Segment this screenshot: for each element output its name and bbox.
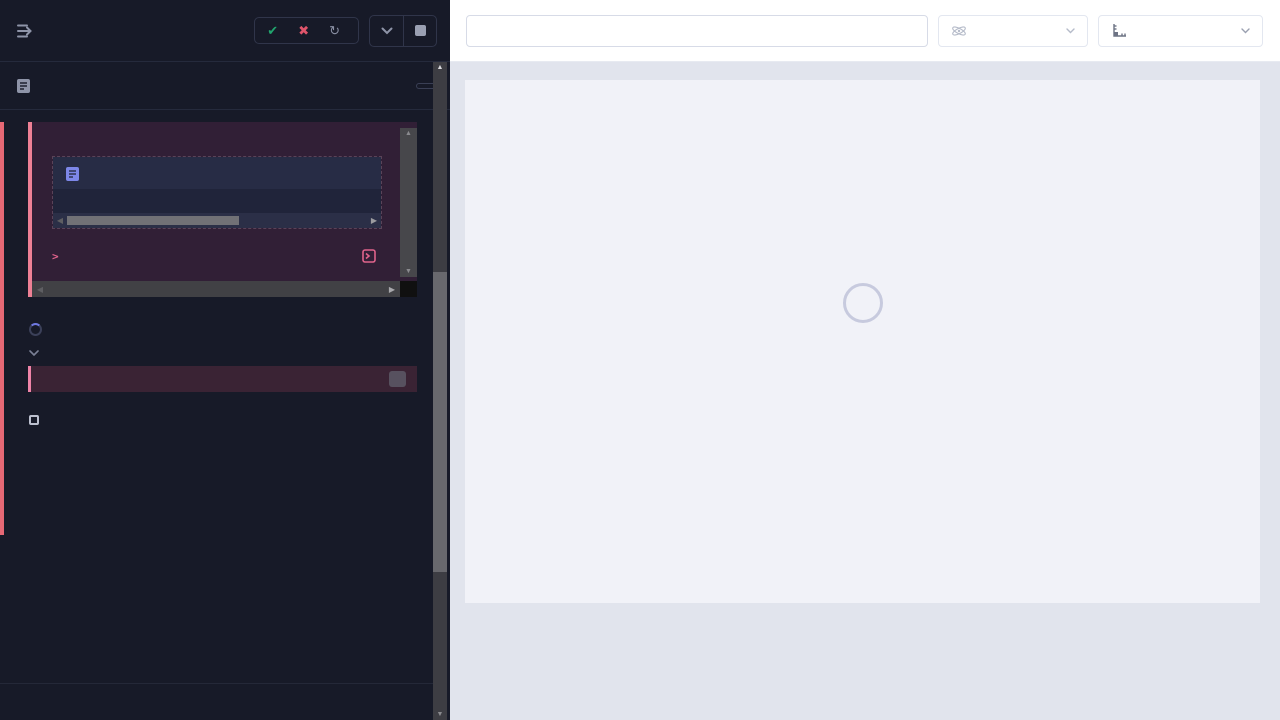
scroll-right-icon[interactable]: ▶ xyxy=(367,216,381,225)
electron-icon xyxy=(951,23,967,39)
command-log-row[interactable] xyxy=(28,366,417,392)
scroll-up-icon[interactable]: ▲ xyxy=(433,64,447,71)
reporter-footer-divider xyxy=(0,683,433,684)
view-stack-trace-button[interactable]: > xyxy=(52,250,67,263)
ruler-icon xyxy=(1111,23,1127,39)
aut-main xyxy=(450,62,1280,720)
test-list xyxy=(0,315,450,431)
chevron-down-icon xyxy=(29,350,39,356)
reporter-scrollbar-thumb[interactable] xyxy=(433,272,447,572)
command-count-badge xyxy=(389,371,406,387)
scroll-up-icon[interactable]: ▲ xyxy=(405,130,412,137)
url-input[interactable] xyxy=(466,15,928,47)
check-icon: ✔ xyxy=(267,24,278,37)
code-horizontal-scrollbar[interactable]: ◀ ▶ xyxy=(53,213,381,228)
code-scrollbar-thumb[interactable] xyxy=(67,216,239,225)
stat-pending: ↻ xyxy=(329,24,346,37)
aut-header xyxy=(450,0,1280,62)
test-item-running[interactable] xyxy=(0,315,450,342)
code-lines xyxy=(53,189,381,213)
console-icon xyxy=(362,249,376,263)
scroll-left-icon[interactable]: ◀ xyxy=(32,285,48,294)
reporter-panel: ✔ ✖ ↻ xyxy=(0,0,450,720)
chevron-down-icon xyxy=(1241,28,1250,34)
chevron-down-icon xyxy=(1066,28,1075,34)
error-actions: > xyxy=(48,229,384,281)
viewport-selector[interactable] xyxy=(1098,15,1263,47)
failed-attempt-region: ◀ ▶ > xyxy=(0,122,450,431)
attempt-error-strip xyxy=(0,122,4,535)
stop-button[interactable] xyxy=(403,16,436,46)
stat-passed: ✔ xyxy=(267,24,284,37)
scroll-left-icon[interactable]: ◀ xyxy=(53,216,67,225)
spec-row[interactable] xyxy=(0,62,450,110)
collapse-all-button[interactable] xyxy=(370,16,403,46)
scrollbar-corner xyxy=(400,281,417,297)
test-item-pending[interactable] xyxy=(0,406,450,431)
scroll-down-icon[interactable]: ▼ xyxy=(433,711,447,718)
code-frame-header[interactable] xyxy=(53,157,381,189)
print-to-console-button[interactable] xyxy=(362,249,384,263)
scroll-right-icon[interactable]: ▶ xyxy=(384,285,400,294)
chevron-right-icon: > xyxy=(52,250,59,263)
error-panel: ◀ ▶ > xyxy=(28,122,417,297)
restart-icon: ↻ xyxy=(329,24,340,37)
run-controls xyxy=(369,15,437,47)
browser-selector[interactable] xyxy=(938,15,1088,47)
stop-icon xyxy=(415,25,426,36)
reporter-vertical-scrollbar[interactable]: ▲ ▼ xyxy=(433,62,447,720)
reporter-header: ✔ ✖ ↻ xyxy=(0,0,450,62)
stat-failed: ✖ xyxy=(298,24,315,37)
scroll-down-icon[interactable]: ▼ xyxy=(405,268,412,275)
x-icon: ✖ xyxy=(298,24,309,37)
error-code-frame: ◀ ▶ xyxy=(52,156,382,229)
error-horizontal-scrollbar[interactable]: ◀ ▶ xyxy=(32,281,400,297)
pending-square-icon xyxy=(29,415,39,425)
running-spinner-icon xyxy=(29,323,42,336)
specs-toggle-icon[interactable] xyxy=(16,23,36,39)
aut-panel xyxy=(450,0,1280,720)
spec-file-icon xyxy=(16,78,31,94)
test-body-section[interactable] xyxy=(0,342,450,364)
cypress-logo xyxy=(843,283,883,323)
error-vertical-scrollbar[interactable]: ▲ ▼ xyxy=(400,128,417,277)
test-stats: ✔ ✖ ↻ xyxy=(254,17,359,44)
file-icon xyxy=(65,166,80,182)
blank-page-card xyxy=(465,80,1260,603)
